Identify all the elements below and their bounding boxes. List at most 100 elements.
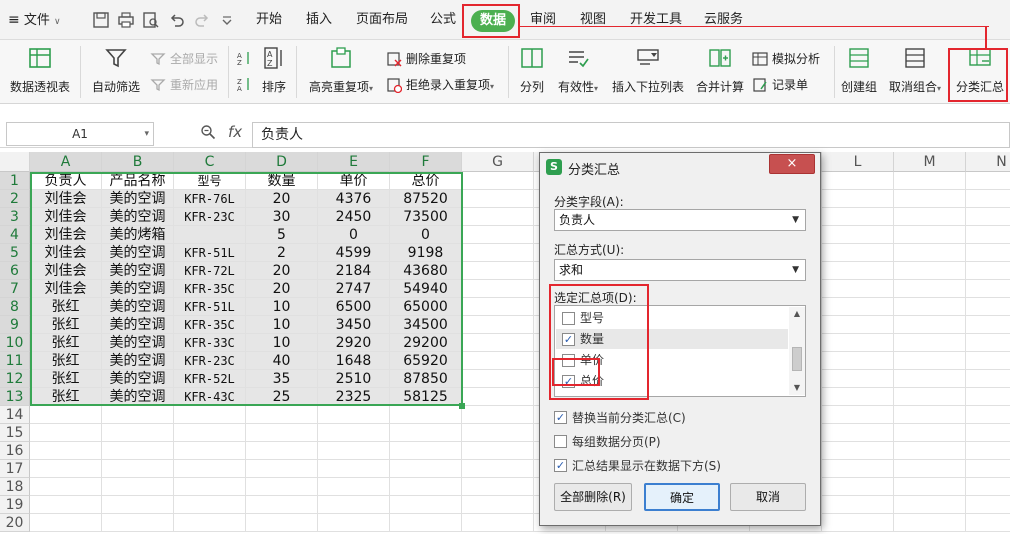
cell-a2[interactable]: 刘佳会 bbox=[30, 190, 102, 208]
cell-c17[interactable] bbox=[174, 460, 246, 478]
select-all-corner[interactable] bbox=[0, 152, 30, 172]
show-all-button[interactable]: 全部显示 bbox=[150, 50, 218, 68]
simulate-analysis-button[interactable]: 模拟分析 bbox=[752, 50, 820, 68]
row-header-12[interactable]: 12 bbox=[0, 370, 30, 388]
row-header-19[interactable]: 19 bbox=[0, 496, 30, 514]
ok-button[interactable]: 确定 bbox=[644, 483, 720, 511]
summary-method-select[interactable]: 求和 ▼ bbox=[554, 259, 806, 281]
cell-n1[interactable] bbox=[966, 172, 1010, 190]
checkbox-unit-price[interactable] bbox=[562, 354, 575, 367]
subtotal-button[interactable]: 分类汇总 bbox=[952, 40, 1008, 104]
cell-b3[interactable]: 美的空调 bbox=[102, 208, 174, 226]
cell-n9[interactable] bbox=[966, 316, 1010, 334]
tab-insert[interactable]: 插入 bbox=[306, 10, 332, 30]
cell-b14[interactable] bbox=[102, 406, 174, 424]
cell-d6[interactable]: 20 bbox=[246, 262, 318, 280]
cell-c19[interactable] bbox=[174, 496, 246, 514]
undo-icon[interactable] bbox=[168, 11, 186, 29]
cell-d12[interactable]: 35 bbox=[246, 370, 318, 388]
cell-c13[interactable]: KFR-43C bbox=[174, 388, 246, 406]
scroll-down-icon[interactable]: ▼ bbox=[789, 381, 805, 395]
cell-d7[interactable]: 20 bbox=[246, 280, 318, 298]
cell-a18[interactable] bbox=[30, 478, 102, 496]
cell-a4[interactable]: 刘佳会 bbox=[30, 226, 102, 244]
row-header-5[interactable]: 5 bbox=[0, 244, 30, 262]
cell-a14[interactable] bbox=[30, 406, 102, 424]
cell-c15[interactable] bbox=[174, 424, 246, 442]
cell-m16[interactable] bbox=[894, 442, 966, 460]
cell-a17[interactable] bbox=[30, 460, 102, 478]
cell-b19[interactable] bbox=[102, 496, 174, 514]
row-header-18[interactable]: 18 bbox=[0, 478, 30, 496]
cell-a7[interactable]: 刘佳会 bbox=[30, 280, 102, 298]
cell-n5[interactable] bbox=[966, 244, 1010, 262]
column-header-n[interactable]: N bbox=[966, 152, 1010, 172]
cell-l14[interactable] bbox=[822, 406, 894, 424]
group-by-field-select[interactable]: 负责人 ▼ bbox=[554, 209, 806, 231]
row-header-20[interactable]: 20 bbox=[0, 514, 30, 532]
cancel-button[interactable]: 取消 bbox=[730, 483, 806, 511]
cell-a11[interactable]: 张红 bbox=[30, 352, 102, 370]
cell-n16[interactable] bbox=[966, 442, 1010, 460]
cell-c4[interactable] bbox=[174, 226, 246, 244]
cell-l2[interactable] bbox=[822, 190, 894, 208]
cell-g3[interactable] bbox=[462, 208, 534, 226]
scroll-thumb[interactable] bbox=[792, 347, 802, 371]
cell-b9[interactable]: 美的空调 bbox=[102, 316, 174, 334]
cell-l3[interactable] bbox=[822, 208, 894, 226]
cell-c6[interactable]: KFR-72L bbox=[174, 262, 246, 280]
row-header-4[interactable]: 4 bbox=[0, 226, 30, 244]
cell-f9[interactable]: 34500 bbox=[390, 316, 462, 334]
row-header-17[interactable]: 17 bbox=[0, 460, 30, 478]
sort-button[interactable]: AZ 排序 bbox=[258, 40, 290, 104]
worksheet-grid[interactable]: ABCDEFGHIJKLMN1负责人产品名称型号数量单价总价2刘佳会美的空调KF… bbox=[0, 152, 1010, 534]
cell-a8[interactable]: 张红 bbox=[30, 298, 102, 316]
cell-g2[interactable] bbox=[462, 190, 534, 208]
list-scrollbar[interactable]: ▲ ▼ bbox=[789, 307, 805, 395]
cell-l15[interactable] bbox=[822, 424, 894, 442]
cell-g18[interactable] bbox=[462, 478, 534, 496]
dialog-titlebar[interactable]: S 分类汇总 × bbox=[540, 153, 820, 181]
cell-e7[interactable]: 2747 bbox=[318, 280, 390, 298]
cell-d14[interactable] bbox=[246, 406, 318, 424]
cell-g8[interactable] bbox=[462, 298, 534, 316]
cell-e18[interactable] bbox=[318, 478, 390, 496]
checkbox-total[interactable]: ✓ bbox=[562, 375, 575, 388]
cell-a12[interactable]: 张红 bbox=[30, 370, 102, 388]
cell-m8[interactable] bbox=[894, 298, 966, 316]
cell-e2[interactable]: 4376 bbox=[318, 190, 390, 208]
list-item-model[interactable]: 型号 bbox=[556, 308, 788, 328]
row-header-9[interactable]: 9 bbox=[0, 316, 30, 334]
cell-m17[interactable] bbox=[894, 460, 966, 478]
row-header-7[interactable]: 7 bbox=[0, 280, 30, 298]
tab-review[interactable]: 审阅 bbox=[530, 10, 556, 30]
cell-e5[interactable]: 4599 bbox=[318, 244, 390, 262]
cell-l11[interactable] bbox=[822, 352, 894, 370]
formula-input[interactable]: 负责人 bbox=[252, 122, 1010, 148]
cell-m1[interactable] bbox=[894, 172, 966, 190]
cell-f15[interactable] bbox=[390, 424, 462, 442]
cell-m14[interactable] bbox=[894, 406, 966, 424]
cell-c2[interactable]: KFR-76L bbox=[174, 190, 246, 208]
cell-m13[interactable] bbox=[894, 388, 966, 406]
cell-g20[interactable] bbox=[462, 514, 534, 532]
cell-n3[interactable] bbox=[966, 208, 1010, 226]
cell-c10[interactable]: KFR-33C bbox=[174, 334, 246, 352]
cell-d10[interactable]: 10 bbox=[246, 334, 318, 352]
cell-b4[interactable]: 美的烤箱 bbox=[102, 226, 174, 244]
cell-e1[interactable]: 单价 bbox=[318, 172, 390, 190]
checkbox-page-break[interactable] bbox=[554, 435, 567, 448]
cell-g15[interactable] bbox=[462, 424, 534, 442]
cell-f1[interactable]: 总价 bbox=[390, 172, 462, 190]
cell-b6[interactable]: 美的空调 bbox=[102, 262, 174, 280]
cell-l5[interactable] bbox=[822, 244, 894, 262]
cell-b18[interactable] bbox=[102, 478, 174, 496]
insert-function-button[interactable]: fx bbox=[228, 123, 242, 141]
ungroup-button[interactable]: 取消组合▾ bbox=[884, 40, 946, 104]
cell-g17[interactable] bbox=[462, 460, 534, 478]
cell-l7[interactable] bbox=[822, 280, 894, 298]
cell-c3[interactable]: KFR-23C bbox=[174, 208, 246, 226]
cell-l17[interactable] bbox=[822, 460, 894, 478]
checkbox-model[interactable] bbox=[562, 312, 575, 325]
pivot-table-button[interactable]: 数据透视表 bbox=[6, 40, 74, 104]
